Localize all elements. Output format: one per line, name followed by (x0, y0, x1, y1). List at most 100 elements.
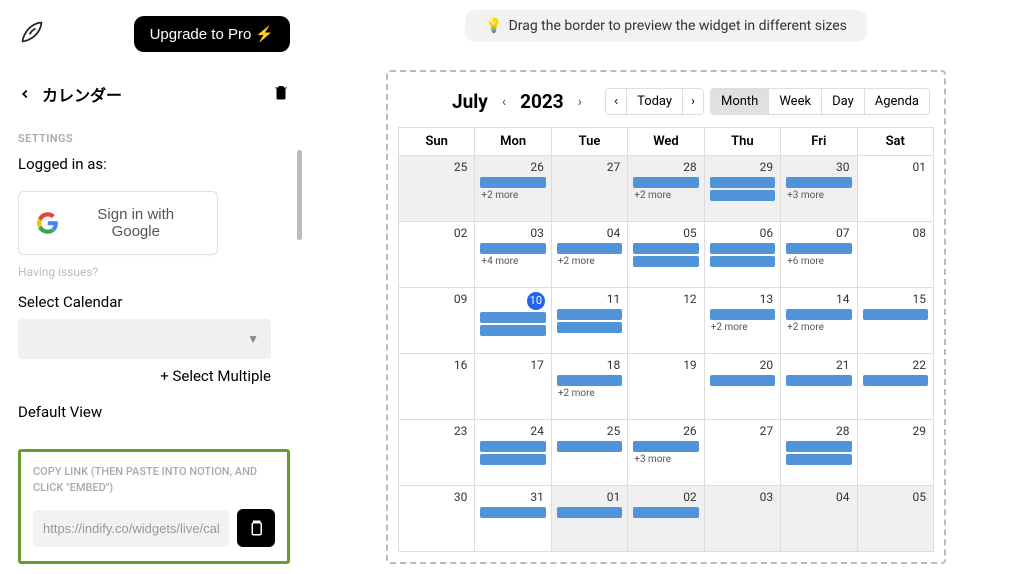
calendar-cell[interactable]: 04+2 more (551, 222, 627, 288)
calendar-cell[interactable]: 03 (704, 486, 780, 552)
view-agenda[interactable]: Agenda (865, 89, 929, 114)
event-bar[interactable] (633, 256, 698, 267)
back-icon[interactable] (18, 87, 32, 101)
copy-link-input[interactable] (33, 510, 229, 547)
calendar-cell[interactable]: 07+6 more (781, 222, 857, 288)
view-week[interactable]: Week (769, 89, 822, 114)
calendar-cell[interactable]: 15 (857, 288, 933, 354)
calendar-cell[interactable]: 09 (399, 288, 475, 354)
widget-preview[interactable]: July ‹ 2023 › ‹ Today › Month Week Day (386, 70, 946, 564)
event-bar[interactable] (786, 243, 851, 254)
calendar-cell[interactable]: 12 (628, 288, 704, 354)
calendar-cell[interactable]: 30+3 more (781, 156, 857, 222)
calendar-cell[interactable]: 24 (475, 420, 551, 486)
more-events-link[interactable]: +2 more (558, 388, 625, 399)
event-bar[interactable] (710, 256, 775, 267)
calendar-cell[interactable]: 25 (399, 156, 475, 222)
calendar-cell[interactable]: 03+4 more (475, 222, 551, 288)
more-events-link[interactable]: +2 more (558, 256, 625, 267)
prev-month-icon[interactable]: ‹ (500, 94, 508, 110)
more-events-link[interactable]: +2 more (711, 322, 778, 333)
event-bar[interactable] (633, 441, 698, 452)
next-button[interactable]: › (683, 89, 703, 114)
more-events-link[interactable]: +2 more (481, 190, 548, 201)
calendar-cell[interactable]: 05 (857, 486, 933, 552)
calendar-cell[interactable]: 25 (551, 420, 627, 486)
event-bar[interactable] (557, 322, 622, 333)
event-bar[interactable] (480, 243, 545, 254)
event-bar[interactable] (786, 441, 851, 452)
more-events-link[interactable]: +6 more (787, 256, 854, 267)
calendar-cell[interactable]: 05 (628, 222, 704, 288)
event-bar[interactable] (863, 309, 928, 320)
calendar-cell[interactable]: 28+2 more (628, 156, 704, 222)
having-issues-link[interactable]: Having issues? (18, 265, 290, 279)
calendar-cell[interactable]: 26+2 more (475, 156, 551, 222)
calendar-cell[interactable]: 20 (704, 354, 780, 420)
copy-button[interactable] (237, 509, 275, 547)
more-events-link[interactable]: +3 more (634, 454, 701, 465)
event-bar[interactable] (633, 507, 698, 518)
more-events-link[interactable]: +3 more (787, 190, 854, 201)
event-bar[interactable] (557, 441, 622, 452)
event-bar[interactable] (786, 375, 851, 386)
calendar-cell[interactable]: 04 (781, 486, 857, 552)
calendar-cell[interactable]: 01 (857, 156, 933, 222)
calendar-select[interactable]: ▼ (18, 319, 271, 359)
today-button[interactable]: Today (627, 89, 683, 114)
event-bar[interactable] (480, 507, 545, 518)
calendar-cell[interactable]: 29 (704, 156, 780, 222)
event-bar[interactable] (557, 243, 622, 254)
calendar-cell[interactable]: 06 (704, 222, 780, 288)
event-bar[interactable] (557, 309, 622, 320)
event-bar[interactable] (863, 375, 928, 386)
event-bar[interactable] (557, 375, 622, 386)
event-bar[interactable] (480, 177, 545, 188)
next-month-icon[interactable]: › (576, 94, 584, 110)
event-bar[interactable] (710, 375, 775, 386)
calendar-cell[interactable]: 19 (628, 354, 704, 420)
calendar-cell[interactable]: 16 (399, 354, 475, 420)
more-events-link[interactable]: +4 more (481, 256, 548, 267)
event-bar[interactable] (710, 243, 775, 254)
calendar-cell[interactable]: 27 (551, 156, 627, 222)
event-bar[interactable] (710, 309, 775, 320)
calendar-cell[interactable]: 29 (857, 420, 933, 486)
calendar-cell[interactable]: 02 (628, 486, 704, 552)
google-signin-button[interactable]: Sign in with Google (18, 191, 218, 255)
delete-icon[interactable] (272, 83, 290, 105)
event-bar[interactable] (786, 454, 851, 465)
calendar-cell[interactable]: 18+2 more (551, 354, 627, 420)
calendar-cell[interactable]: 23 (399, 420, 475, 486)
calendar-cell[interactable]: 10 (475, 288, 551, 354)
event-bar[interactable] (480, 454, 545, 465)
calendar-cell[interactable]: 02 (399, 222, 475, 288)
calendar-cell[interactable]: 22 (857, 354, 933, 420)
event-bar[interactable] (710, 190, 775, 201)
calendar-cell[interactable]: 21 (781, 354, 857, 420)
calendar-cell[interactable]: 17 (475, 354, 551, 420)
scrollbar[interactable] (297, 150, 302, 240)
calendar-cell[interactable]: 31 (475, 486, 551, 552)
calendar-cell[interactable]: 30 (399, 486, 475, 552)
event-bar[interactable] (710, 177, 775, 188)
event-bar[interactable] (480, 441, 545, 452)
view-day[interactable]: Day (822, 89, 865, 114)
event-bar[interactable] (786, 309, 851, 320)
event-bar[interactable] (633, 243, 698, 254)
event-bar[interactable] (557, 507, 622, 518)
event-bar[interactable] (786, 177, 851, 188)
more-events-link[interactable]: +2 more (634, 190, 701, 201)
calendar-cell[interactable]: 01 (551, 486, 627, 552)
event-bar[interactable] (480, 312, 545, 323)
calendar-cell[interactable]: 13+2 more (704, 288, 780, 354)
calendar-cell[interactable]: 11 (551, 288, 627, 354)
event-bar[interactable] (480, 325, 545, 336)
calendar-cell[interactable]: 26+3 more (628, 420, 704, 486)
select-multiple-link[interactable]: + Select Multiple (18, 367, 271, 385)
more-events-link[interactable]: +2 more (787, 322, 854, 333)
calendar-cell[interactable]: 27 (704, 420, 780, 486)
calendar-cell[interactable]: 28 (781, 420, 857, 486)
upgrade-button[interactable]: Upgrade to Pro ⚡ (134, 16, 290, 52)
view-month[interactable]: Month (711, 89, 769, 114)
